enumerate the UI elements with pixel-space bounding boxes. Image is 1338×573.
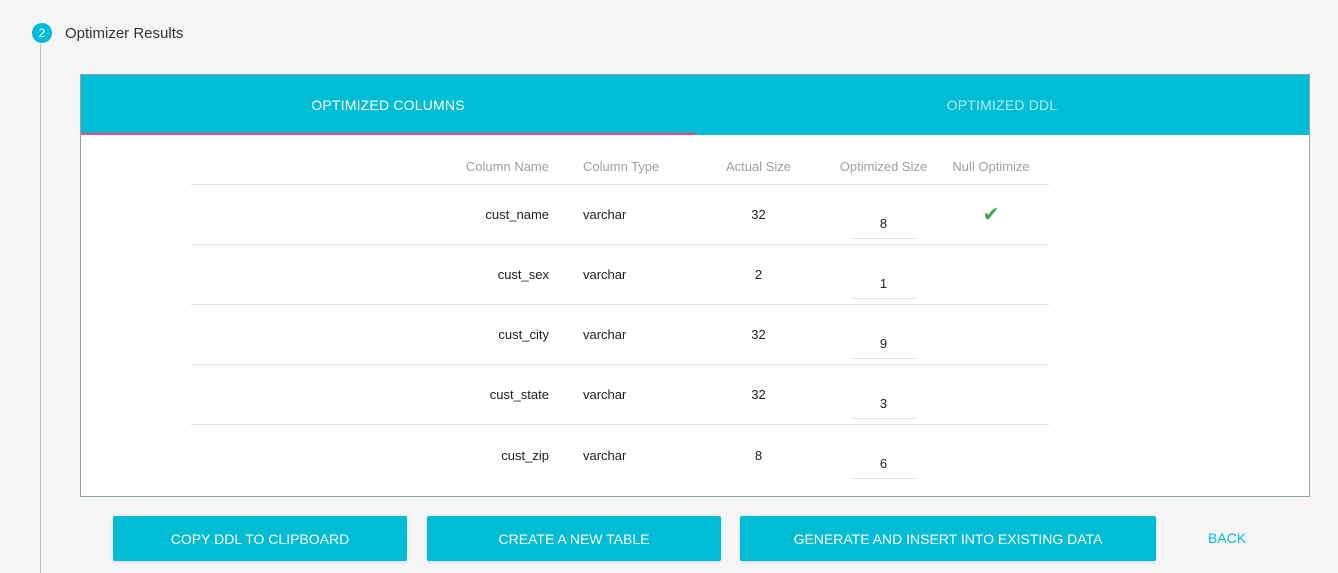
optimized-size-input[interactable]: 6 [852,449,915,479]
cell-column-type: varchar [583,447,627,463]
cell-actual-size: 2 [754,267,763,282]
tab-bar: OPTIMIZED COLUMNS OPTIMIZED DDL [81,75,1309,135]
table-header: Column Name Column Type Actual Size Opti… [191,135,1049,185]
cell-column-type: varchar [583,267,627,282]
table-row: cust_city varchar 32 9 [191,305,1049,365]
generate-insert-button[interactable]: GENERATE AND INSERT INTO EXISTING DATA [740,516,1156,561]
optimized-columns-table: Column Name Column Type Actual Size Opti… [191,135,1049,485]
optimized-size-input[interactable]: 3 [852,389,915,419]
cell-null-optimize [936,305,1046,364]
cell-actual-size: 8 [754,447,763,463]
cell-optimized-size: 1 [831,245,936,304]
create-new-table-button[interactable]: CREATE A NEW TABLE [427,516,721,561]
cell-actual-size: 32 [751,387,766,402]
stepper-line [40,44,41,573]
optimized-size-input[interactable]: 1 [852,269,915,299]
cell-actual-size: 32 [751,207,766,222]
header-actual-size: Actual Size [725,159,792,174]
tab-optimized-ddl[interactable]: OPTIMIZED DDL [695,75,1309,135]
cell-optimized-size: 6 [831,425,936,485]
cell-column-name: cust_city [498,327,549,342]
optimized-size-input[interactable]: 8 [852,209,915,239]
table-row: cust_zip varchar 8 6 [191,425,1049,485]
cell-column-name: cust_sex [497,267,549,282]
header-column-name: Column Name [465,159,549,174]
cell-null-optimize [936,365,1046,424]
back-button[interactable]: BACK [1208,530,1246,546]
copy-ddl-button[interactable]: COPY DDL TO CLIPBOARD [113,516,407,561]
cell-column-type: varchar [583,207,627,222]
cell-column-name: cust_zip [501,447,549,463]
optimized-size-input[interactable]: 9 [852,329,915,359]
cell-column-type: varchar [583,327,627,342]
step-title: Optimizer Results [65,25,184,42]
table-row: cust_state varchar 32 3 [191,365,1049,425]
results-card: OPTIMIZED COLUMNS OPTIMIZED DDL Column N… [80,74,1310,497]
check-icon: ✔ [982,204,1000,226]
header-column-type: Column Type [583,159,660,174]
cell-optimized-size: 9 [831,305,936,364]
table-row: cust_sex varchar 2 1 [191,245,1049,305]
header-null-optimize: Null Optimize [952,159,1030,174]
cell-optimized-size: 3 [831,365,936,424]
cell-null-optimize [936,245,1046,304]
tab-optimized-columns[interactable]: OPTIMIZED COLUMNS [81,75,695,135]
cell-column-name: cust_name [485,207,549,222]
cell-optimized-size: 8 [831,185,936,244]
cell-null-optimize [936,425,1046,485]
header-optimized-size: Optimized Size [839,159,928,174]
cell-actual-size: 32 [751,327,766,342]
table-row: cust_name varchar 32 8 ✔ [191,185,1049,245]
cell-column-name: cust_state [489,387,549,402]
step-number-badge: 2 [32,23,52,43]
cell-column-type: varchar [583,387,627,402]
cell-null-optimize: ✔ [936,185,1046,244]
